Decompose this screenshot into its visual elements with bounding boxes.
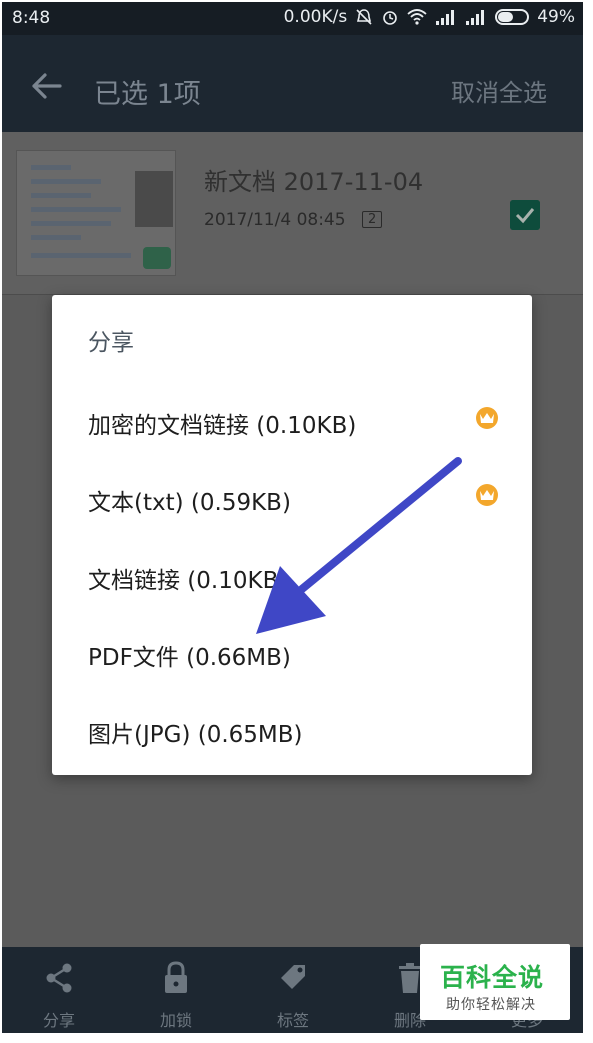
- mute-bell-icon: [356, 9, 372, 25]
- share-option-label: 图片(JPG) (0.65MB): [88, 722, 303, 748]
- crown-icon: [476, 484, 498, 506]
- tab-label: 加锁: [159, 1011, 192, 1030]
- signal-icon-2: [466, 10, 485, 25]
- tab-lock[interactable]: 加锁: [121, 947, 231, 1033]
- app-bar: 已选 1项 取消全选: [2, 35, 583, 132]
- document-checkbox[interactable]: [510, 200, 540, 230]
- tab-share[interactable]: 分享: [4, 947, 114, 1033]
- tab-label: 分享: [42, 1011, 75, 1030]
- tag-icon: [281, 965, 305, 989]
- status-icons: 0.00K/s 49%: [284, 7, 575, 27]
- share-option-encrypted-link[interactable]: 加密的文档链接 (0.10KB): [52, 384, 532, 460]
- watermark-title: 百科全说: [440, 963, 545, 992]
- signal-icon: [436, 10, 455, 25]
- network-speed: 0.00K/s: [283, 7, 348, 27]
- lock-icon: [165, 961, 187, 993]
- watermark-subtitle: 助你轻松解决: [446, 997, 536, 1013]
- phone-screen: 8:48 0.00K/s 49% 已选 1项 取消全选 新文档 2017-11-…: [2, 2, 583, 1033]
- share-option-jpg[interactable]: 图片(JPG) (0.65MB): [52, 693, 532, 769]
- tab-label: 标签: [276, 1011, 309, 1030]
- status-bar: 8:48 0.00K/s 49%: [2, 2, 583, 35]
- battery-icon: [495, 9, 530, 25]
- cancel-select-all-button[interactable]: 取消全选: [451, 73, 547, 108]
- back-arrow-icon[interactable]: [30, 71, 64, 101]
- annotation-arrow: [256, 457, 462, 634]
- document-thumbnail: [16, 150, 176, 276]
- watermark-logo: 百科全说 助你轻松解决: [420, 944, 570, 1020]
- share-option-label: 加密的文档链接 (0.10KB): [88, 413, 357, 439]
- share-icon: [46, 963, 72, 993]
- tab-tag[interactable]: 标签: [238, 947, 348, 1033]
- id-photo: [135, 171, 173, 227]
- document-date: 2017/11/4 08:45: [204, 210, 346, 230]
- status-time: 8:48: [12, 8, 51, 28]
- document-row[interactable]: 新文档 2017-11-04 2017/11/4 08:45 2: [2, 132, 583, 295]
- battery-percent: 49%: [537, 7, 575, 27]
- page-count-badge: 2: [362, 211, 383, 228]
- alarm-icon: [383, 11, 398, 25]
- dialog-title: 分享: [88, 330, 134, 356]
- crown-icon: [476, 407, 498, 429]
- wifi-icon: [407, 9, 427, 25]
- seal-mark: [143, 247, 171, 269]
- document-title: 新文档 2017-11-04: [204, 168, 424, 196]
- selection-title: 已选 1项: [94, 79, 201, 110]
